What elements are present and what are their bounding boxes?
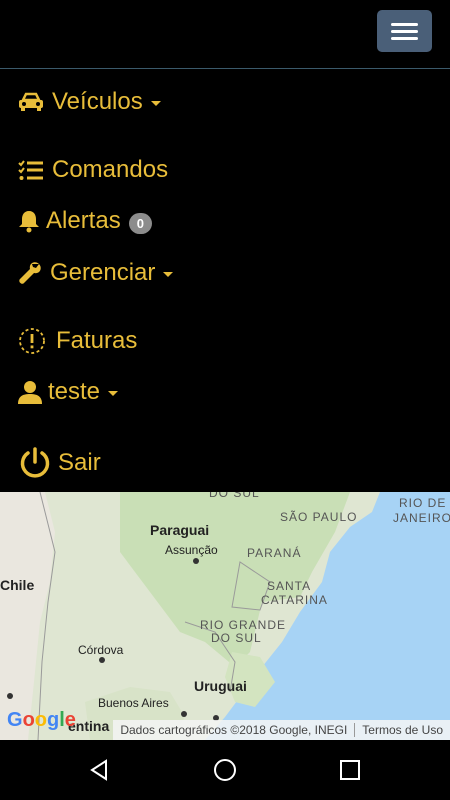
caret-down-icon <box>163 271 174 277</box>
caret-down-icon <box>150 100 161 106</box>
menu-item-gerenciar[interactable]: Gerenciar <box>18 259 174 287</box>
map-attribution: Dados cartográficos ©2018 Google, INEGI … <box>113 720 450 740</box>
map-data-credit: Dados cartográficos ©2018 Google, INEGI <box>120 723 348 737</box>
hamburger-line <box>391 37 418 40</box>
city-markers <box>7 558 219 721</box>
top-navbar <box>0 0 450 69</box>
car-icon <box>18 92 44 112</box>
menu-item-user[interactable]: teste <box>18 378 119 406</box>
menu-item-alertas[interactable]: Alertas 0 <box>18 207 152 235</box>
menu-label: teste <box>48 378 101 405</box>
menu-item-faturas[interactable]: Faturas <box>18 327 137 355</box>
bell-icon <box>18 209 40 233</box>
hamburger-line <box>391 30 418 33</box>
system-navigation-bar <box>0 740 450 800</box>
menu-item-comandos[interactable]: Comandos <box>18 156 168 184</box>
hamburger-line <box>391 23 418 26</box>
home-icon[interactable] <box>213 758 237 787</box>
alerts-count-badge: 0 <box>128 212 152 234</box>
user-icon <box>18 380 42 404</box>
caret-down-icon <box>108 390 119 396</box>
task-list-icon <box>18 159 44 181</box>
menu-item-sair[interactable]: Sair <box>18 446 101 480</box>
map-view[interactable]: DO SUL SÃO PAULO RIO DE JANEIRO Paraguai… <box>0 492 450 740</box>
menu-item-veiculos[interactable]: Veículos <box>18 88 161 116</box>
menu-label: Alertas <box>46 207 121 234</box>
back-icon[interactable] <box>88 758 112 787</box>
menu-label: Faturas <box>56 327 138 354</box>
power-icon <box>18 446 52 480</box>
menu-label: Sair <box>58 449 101 476</box>
google-logo: Google <box>7 709 76 731</box>
recents-icon[interactable] <box>338 758 362 787</box>
wrench-icon <box>18 261 42 285</box>
terms-link[interactable]: Termos de Uso <box>355 723 450 737</box>
menu-label: Comandos <box>52 156 169 183</box>
menu-label: Veículos <box>52 88 143 115</box>
alert-circle-icon <box>18 327 46 355</box>
menu-toggle-button[interactable] <box>377 10 432 52</box>
menu-label: Gerenciar <box>50 259 156 286</box>
